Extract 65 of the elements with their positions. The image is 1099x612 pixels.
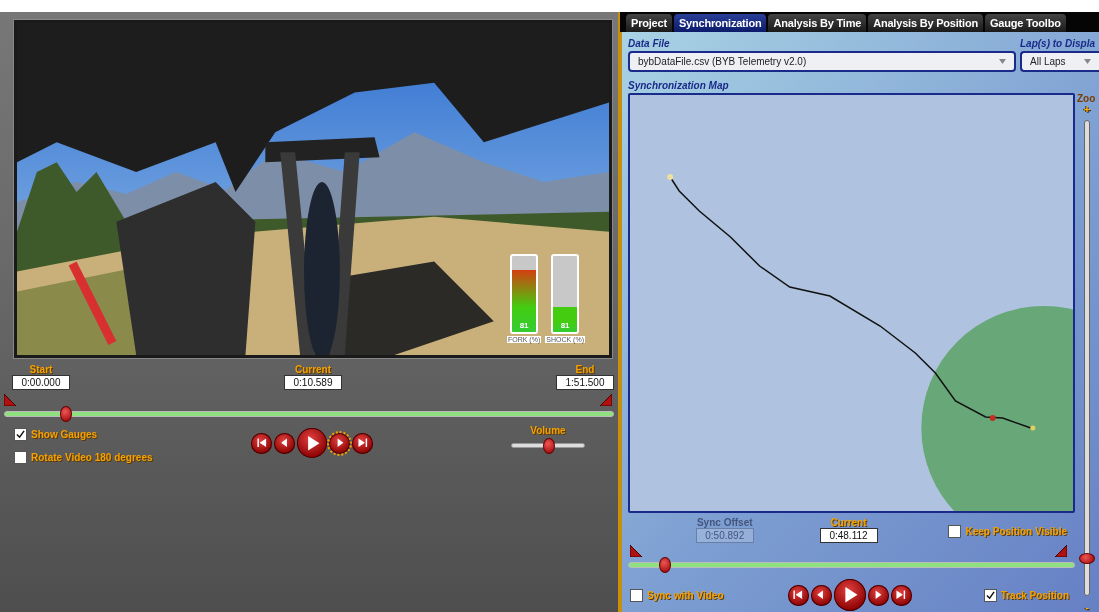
skip-start-icon — [792, 589, 804, 601]
track-map[interactable] — [630, 95, 1073, 511]
play-button[interactable] — [833, 579, 866, 611]
step-back-button[interactable] — [274, 432, 295, 454]
step-forward-button[interactable] — [867, 584, 889, 606]
data-file-dropdown[interactable]: bybDataFile.csv (BYB Telemetry v2.0) — [628, 51, 1016, 72]
zoom-in-label: + — [1083, 104, 1091, 114]
start-marker-icon[interactable] — [630, 545, 642, 557]
checkbox-label: Keep Position Visible — [965, 526, 1067, 537]
skip-to-end-button[interactable] — [352, 432, 373, 454]
end-marker-icon[interactable] — [1055, 545, 1067, 557]
checkbox[interactable] — [983, 588, 997, 602]
tab[interactable]: Analysis By Position — [868, 14, 983, 32]
step-back-button[interactable] — [810, 584, 832, 606]
current-time-label: Current — [294, 364, 332, 375]
gauge-reading: 81 — [519, 321, 529, 330]
laps-dropdown[interactable]: All Laps — [1020, 51, 1099, 72]
skip-to-end-button[interactable] — [890, 584, 912, 606]
start-marker-icon[interactable] — [4, 394, 16, 406]
start-point — [667, 174, 674, 180]
data-file-label: Data File — [628, 38, 671, 49]
end-marker-icon[interactable] — [600, 394, 612, 406]
zoom-out-label: - — [1085, 602, 1089, 612]
current-position-marker — [989, 415, 996, 421]
skip-start-icon — [255, 437, 268, 449]
end-time-label: End — [575, 364, 595, 375]
checkbox[interactable] — [948, 525, 962, 538]
current-time-label: Current — [830, 517, 867, 528]
skip-end-icon — [356, 437, 369, 449]
skip-to-start-button[interactable] — [787, 584, 809, 606]
checkbox[interactable] — [630, 588, 643, 602]
checkbox[interactable] — [14, 451, 27, 464]
tab[interactable]: Analysis By Time — [768, 14, 867, 32]
tab[interactable]: Project — [626, 14, 672, 32]
caret-icon — [999, 59, 1006, 64]
map-title: Synchronization Map — [628, 80, 730, 91]
end-time-field[interactable]: 1:51.500 — [556, 375, 614, 390]
tab[interactable]: Gauge Toolbo — [985, 14, 1066, 32]
end-point — [1030, 425, 1036, 431]
seek-slider[interactable] — [4, 406, 614, 422]
checkbox[interactable] — [14, 428, 27, 441]
checkbox-label: Sync with Video — [647, 589, 724, 601]
slider-thumb[interactable] — [60, 406, 72, 422]
checkbox-label: Show Gauges — [31, 429, 98, 440]
laps-label: Lap(s) to Displa — [1020, 38, 1096, 49]
slider-thumb[interactable] — [658, 557, 671, 573]
play-button[interactable] — [297, 428, 327, 458]
sync-slider[interactable] — [628, 557, 1075, 573]
skip-to-start-button[interactable] — [251, 432, 272, 454]
slider-thumb[interactable] — [543, 437, 555, 454]
zoom-label: Zoo — [1077, 93, 1096, 104]
slider-thumb[interactable] — [1079, 552, 1095, 564]
caret-icon — [1084, 59, 1091, 64]
start-time-field[interactable]: 0:00.000 — [12, 375, 70, 390]
checkbox-label: Track Position — [1000, 589, 1069, 601]
tab[interactable]: Synchronization — [673, 14, 767, 32]
start-time-label: Start — [29, 364, 53, 375]
sync-offset-label: Sync Offset — [696, 517, 753, 528]
current-time-field[interactable]: 0:48.112 — [819, 528, 878, 543]
step-forward-button[interactable] — [329, 432, 350, 454]
volume-label: Volume — [530, 424, 566, 436]
skip-end-icon — [895, 589, 907, 601]
current-time-field[interactable]: 0:10.589 — [284, 375, 342, 390]
checkbox-label: Rotate Video 180 degrees — [31, 452, 153, 463]
gauge-reading: 81 — [560, 321, 570, 330]
